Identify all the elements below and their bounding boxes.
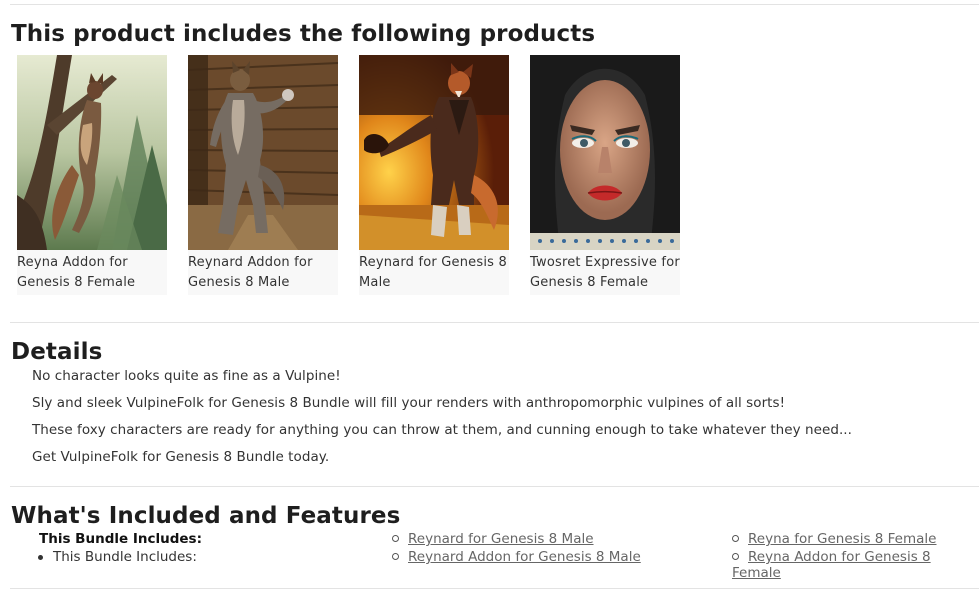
product-title[interactable]: Reynard for Genesis 8 Male xyxy=(359,250,509,295)
product-grid: Reyna Addon for Genesis 8 Female Reynard… xyxy=(17,55,680,295)
link-reyna-addon[interactable]: Reyna Addon for Genesis 8 Female xyxy=(732,549,979,581)
circle-bullet-icon xyxy=(732,534,739,542)
section-divider xyxy=(10,486,979,487)
included-heading: What's Included and Features xyxy=(11,503,401,529)
link-text: Reynard for Genesis 8 Male xyxy=(408,531,594,547)
link-reyna[interactable]: Reyna for Genesis 8 Female xyxy=(732,531,936,547)
product-title-line: Genesis 8 Female xyxy=(17,275,136,290)
products-heading: This product includes the following prod… xyxy=(11,21,596,47)
product-title-line: Genesis 8 Female xyxy=(530,275,649,290)
product-thumbnail[interactable] xyxy=(530,55,680,250)
bundle-includes-label: This Bundle Includes: xyxy=(39,531,202,547)
details-paragraph: No character looks quite as fine as a Vu… xyxy=(32,368,341,384)
product-title-line: Reyna Addon for xyxy=(17,255,128,270)
product-card-reyna-addon[interactable]: Reyna Addon for Genesis 8 Female xyxy=(17,55,167,295)
details-paragraph: Get VulpineFolk for Genesis 8 Bundle tod… xyxy=(32,449,330,465)
circle-bullet-icon xyxy=(732,552,739,560)
product-thumbnail[interactable] xyxy=(188,55,338,250)
product-title[interactable]: Twosret Expressive for Genesis 8 Female xyxy=(530,250,680,295)
circle-bullet-icon xyxy=(392,552,399,560)
bundle-includes-text: This Bundle Includes: xyxy=(53,549,197,565)
link-text: Reynard Addon for Genesis 8 Male xyxy=(408,549,641,565)
link-text: Reyna Addon for Genesis 8 Female xyxy=(732,549,931,581)
section-divider xyxy=(10,322,979,323)
link-text: Reyna for Genesis 8 Female xyxy=(748,531,937,547)
details-paragraph: Sly and sleek VulpineFolk for Genesis 8 … xyxy=(32,395,786,411)
product-card-reynard[interactable]: Reynard for Genesis 8 Male xyxy=(359,55,509,295)
product-title-line: Reynard Addon for xyxy=(188,255,313,270)
product-thumbnail[interactable] xyxy=(359,55,509,250)
fox-man-in-coat-by-fire-image xyxy=(359,55,509,250)
top-divider xyxy=(10,4,979,5)
product-card-reynard-addon[interactable]: Reynard Addon for Genesis 8 Male xyxy=(188,55,338,295)
product-title-line: Reynard for Genesis 8 xyxy=(359,255,507,270)
product-title-line: Genesis 8 Male xyxy=(188,275,290,290)
product-card-twosret[interactable]: Twosret Expressive for Genesis 8 Female xyxy=(530,55,680,295)
product-title[interactable]: Reyna Addon for Genesis 8 Female xyxy=(17,250,167,295)
product-thumbnail[interactable] xyxy=(17,55,167,250)
circle-bullet-icon xyxy=(392,534,399,542)
link-reynard[interactable]: Reynard for Genesis 8 Male xyxy=(392,531,594,547)
bottom-divider xyxy=(10,588,979,589)
product-title-line: Twosret Expressive for xyxy=(530,255,680,270)
details-heading: Details xyxy=(11,339,103,365)
bullet-icon xyxy=(38,554,43,560)
details-paragraph: These foxy characters are ready for anyt… xyxy=(32,422,852,438)
link-reynard-addon[interactable]: Reynard Addon for Genesis 8 Male xyxy=(392,549,641,565)
fox-woman-hanging-from-tree-image xyxy=(17,55,167,250)
woman-face-expression-image xyxy=(530,55,680,250)
product-title-line: Male xyxy=(359,275,391,290)
product-title[interactable]: Reynard Addon for Genesis 8 Male xyxy=(188,250,338,295)
grey-fox-man-in-wooden-room-image xyxy=(188,55,338,250)
bundle-includes-item: This Bundle Includes: xyxy=(38,549,197,565)
